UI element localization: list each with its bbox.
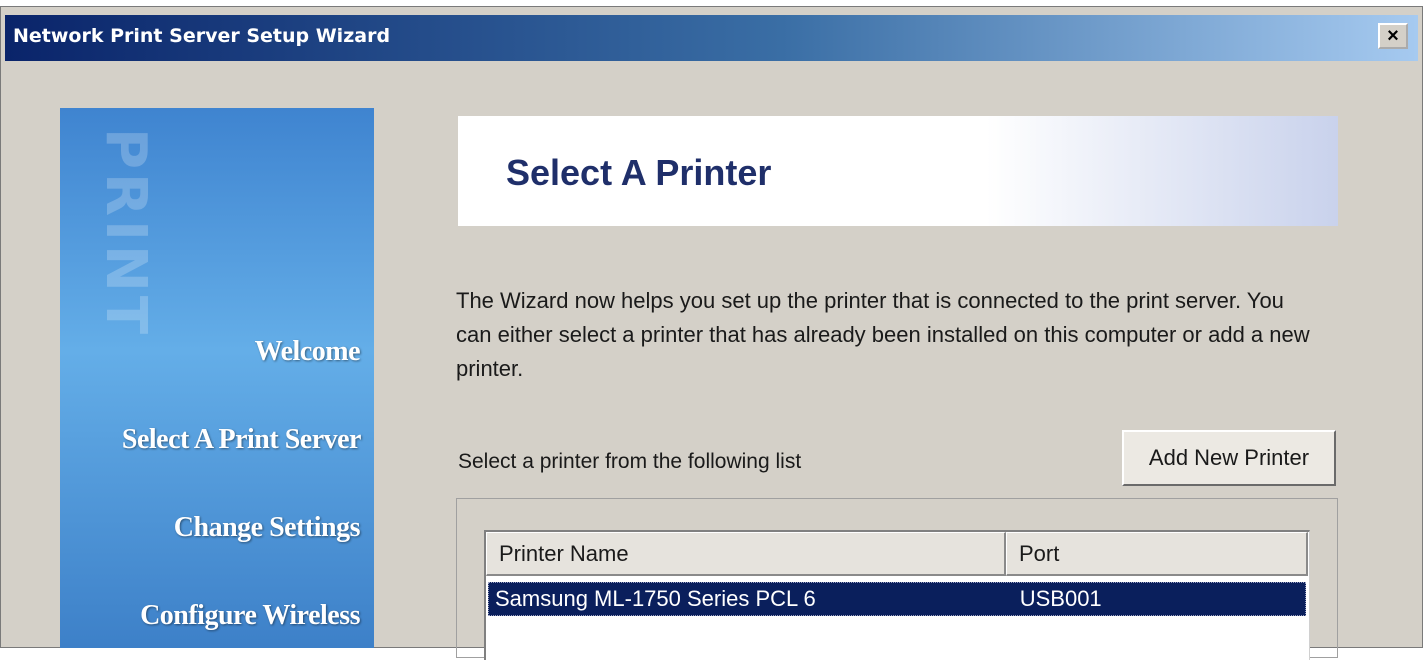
close-icon: × xyxy=(1387,24,1399,47)
step-welcome: Welcome xyxy=(254,336,361,367)
column-header-port[interactable]: Port xyxy=(1006,532,1308,576)
printer-list-label: Select a printer from the following list xyxy=(458,450,802,473)
printer-name-cell: Samsung ML-1750 Series PCL 6 xyxy=(495,586,816,611)
close-button[interactable]: × xyxy=(1378,23,1408,49)
step-select-print-server: Select A Print Server xyxy=(121,424,362,455)
print-watermark-text: PRINT xyxy=(93,128,158,339)
table-row[interactable]: Samsung ML-1750 Series PCL 6 USB001 xyxy=(488,582,1306,616)
page-header-banner: Select A Printer xyxy=(458,116,1338,226)
window-title: Network Print Server Setup Wizard xyxy=(13,25,391,47)
page-title: Select A Printer xyxy=(506,152,772,193)
printer-list[interactable]: Printer Name Port Samsung ML-1750 Series… xyxy=(484,530,1310,660)
column-header-printer-name[interactable]: Printer Name xyxy=(486,532,1006,576)
printer-list-header: Printer Name Port xyxy=(486,532,1308,578)
add-new-printer-button[interactable]: Add New Printer xyxy=(1122,430,1336,486)
wizard-description: The Wizard now helps you set up the prin… xyxy=(456,288,1310,381)
step-change-settings: Change Settings xyxy=(173,512,361,543)
step-configure-wireless: Configure Wireless xyxy=(140,600,360,631)
printer-port-cell: USB001 xyxy=(1019,586,1102,611)
print-watermark: PRINT xyxy=(72,128,158,458)
title-bar[interactable]: Network Print Server Setup Wizard × xyxy=(5,15,1418,61)
